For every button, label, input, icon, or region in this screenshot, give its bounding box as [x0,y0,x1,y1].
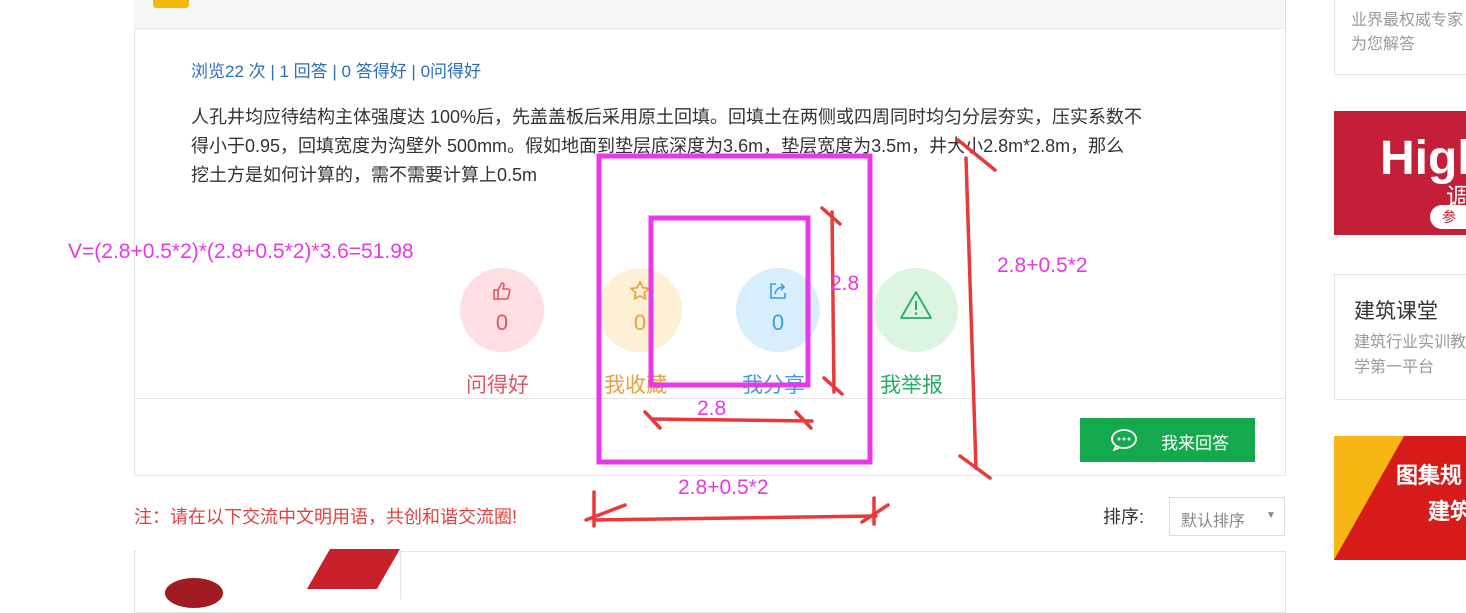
outer-horizontal-line [592,514,878,522]
answer-button[interactable]: 我来回答 [1080,418,1255,462]
annotation-outer-bottom: 2.8+0.5*2 [678,476,769,499]
question-body-line: 挖土方是如何计算的，需不需要计算上0.5m [191,165,538,185]
like-count: 0 [495,310,509,335]
share-icon [770,283,786,299]
question-body-line: 得小于0.95，回填宽度为沟壁外 500mm。假如地面到垫层底深度为3.6m，垫… [191,136,1125,156]
favorite-label[interactable]: 我收藏 [604,369,667,399]
promo-text: 图集规 [1396,463,1463,488]
question-body-line: 人孔井均应待结构主体强度达 100%后，先盖盖板后采用原土回填。回填土在两侧或四… [191,107,1143,127]
question-badge-icon: ! [153,0,189,8]
course-line: 建筑行业实训教 [1354,334,1466,351]
share-label[interactable]: 我分享 [742,369,805,399]
expert-line: 为您解答 [1351,36,1416,53]
sort-label: 排序: [1103,507,1145,527]
report-button[interactable] [874,268,958,352]
promo-text: 建筑 [1428,499,1466,524]
promo-banner-atlas[interactable]: 图集规 建筑 [1334,436,1466,560]
expert-line: 业界最权威专家 [1351,12,1464,29]
share-count: 0 [771,310,785,335]
annotation-formula: V=(2.8+0.5*2)*(2.8+0.5*2)*3.6=51.98 [68,240,414,263]
annotation-inner-bottom: 2.8 [697,397,727,420]
thumbs-up-icon [493,282,511,300]
sort-selected-value: 默认排序 [1181,513,1246,530]
favorite-count: 0 [633,310,647,335]
course-title: 建筑课堂 [1354,300,1438,323]
promo-pill-text: 参 [1442,209,1456,225]
question-stats: 浏览22 次 | 1 回答 | 0 答得好 | 0问得好 [191,62,482,81]
answer-button-label: 我来回答 [1161,434,1229,453]
expert-box[interactable]: 业界最权威专家 为您解答 [1334,0,1466,75]
question-title [205,0,1105,8]
like-label[interactable]: 问得好 [466,369,529,399]
star-icon [629,280,651,301]
chat-bubble-icon [1111,429,1137,451]
favorite-button[interactable]: 0 [598,268,682,352]
avatar [165,578,223,608]
sort-select[interactable]: 默认排序 ▼ [1169,497,1285,536]
share-button[interactable]: 0 [736,268,820,352]
question-body: 人孔井均应待结构主体强度达 100%后，先盖盖板后采用原土回填。回填土在两侧或四… [191,103,1255,190]
like-button[interactable]: 0 [460,268,544,352]
annotation-outer-side: 2.8+0.5*2 [997,254,1088,277]
warning-icon [900,291,932,319]
chevron-down-icon: ▼ [1266,510,1276,521]
course-box[interactable]: 建筑课堂 建筑行业实训教 学第一平台 [1334,274,1466,400]
report-label[interactable]: 我举报 [880,369,943,399]
annotation-inner-side: 2.8 [830,272,860,295]
promo-pill: 参 [1430,205,1466,229]
notice-text: 注：请在以下交流中文明用语，共创和谐交流圈! [134,507,517,527]
promo-decoration [1334,436,1404,560]
course-line: 学第一平台 [1354,359,1435,376]
promo-banner-high[interactable]: High 调 参 [1334,111,1466,235]
